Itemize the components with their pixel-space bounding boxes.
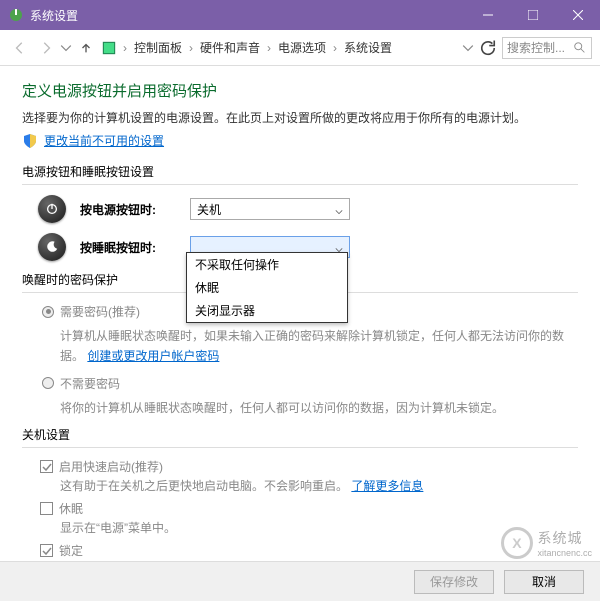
page-subtext: 选择要为你的计算机设置的电源设置。在此页上对设置所做的更改将应用于你所有的电源计… [22, 109, 578, 126]
breadcrumb-dropdown[interactable] [462, 36, 474, 60]
sleep-icon [38, 233, 66, 261]
power-button-value: 关机 [197, 201, 221, 218]
power-icon [38, 195, 66, 223]
breadcrumb-sep-icon: › [186, 41, 196, 55]
create-password-link[interactable]: 创建或更改用户帐户密码 [87, 349, 219, 363]
hibernate-label: 休眠 [59, 500, 83, 517]
fast-startup-label: 启用快速启动(推荐) [59, 458, 163, 475]
window-titlebar: 系统设置 [0, 0, 600, 30]
lock-label: 锁定 [59, 542, 83, 559]
control-panel-icon [100, 39, 118, 57]
search-placeholder: 搜索控制... [507, 39, 565, 56]
breadcrumb-item[interactable]: 电源选项 [276, 39, 328, 56]
breadcrumb-item[interactable]: 控制面板 [132, 39, 184, 56]
divider [22, 447, 578, 448]
sleep-button-label: 按睡眠按钮时: [80, 239, 176, 256]
nav-back-button[interactable] [8, 36, 32, 60]
toolbar: › 控制面板 › 硬件和声音 › 电源选项 › 系统设置 搜索控制... [0, 30, 600, 66]
breadcrumb-item[interactable]: 系统设置 [342, 39, 394, 56]
dropdown-option[interactable]: 关闭显示器 [187, 299, 347, 322]
radio-require-password-label: 需要密码(推荐) [60, 303, 140, 320]
power-button-label: 按电源按钮时: [80, 201, 176, 218]
breadcrumb-item[interactable]: 硬件和声音 [198, 39, 262, 56]
minimize-button[interactable] [465, 0, 510, 30]
nav-history-dropdown[interactable] [60, 36, 72, 60]
chevron-down-icon [335, 243, 343, 251]
admin-settings-link[interactable]: 更改当前不可用的设置 [44, 132, 164, 149]
nav-forward-button[interactable] [34, 36, 58, 60]
close-button[interactable] [555, 0, 600, 30]
power-button-combo[interactable]: 关机 [190, 198, 350, 220]
nav-up-button[interactable] [74, 36, 98, 60]
save-button[interactable]: 保存修改 [414, 570, 494, 594]
fast-startup-desc: 这有助于在关机之后更快地启动电脑。不会影响重启。 了解更多信息 [60, 477, 578, 494]
chevron-down-icon [335, 205, 343, 213]
search-input[interactable]: 搜索控制... [502, 37, 592, 59]
app-icon [8, 7, 24, 23]
divider [22, 184, 578, 185]
content-area: 定义电源按钮并启用密码保护 选择要为你的计算机设置的电源设置。在此页上对设置所做… [0, 66, 600, 561]
section-title-shutdown: 关机设置 [22, 426, 578, 443]
dropdown-option[interactable]: 休眠 [187, 276, 347, 299]
checkbox-hibernate[interactable] [40, 502, 53, 515]
checkbox-lock[interactable] [40, 544, 53, 557]
require-password-desc: 计算机从睡眠状态唤醒时，如果未输入正确的密码来解除计算机锁定，任何人都无法访问你… [60, 326, 578, 367]
sleep-button-dropdown: 不采取任何操作 休眠 关闭显示器 [186, 252, 348, 323]
dropdown-option[interactable]: 不采取任何操作 [187, 253, 347, 276]
cancel-button[interactable]: 取消 [504, 570, 584, 594]
shield-icon [22, 133, 38, 149]
breadcrumb-sep-icon: › [264, 41, 274, 55]
radio-no-password-label: 不需要密码 [60, 375, 120, 392]
breadcrumb-sep-icon: › [120, 41, 130, 55]
page-heading: 定义电源按钮并启用密码保护 [22, 80, 578, 101]
radio-require-password[interactable] [42, 306, 54, 318]
button-bar: 保存修改 取消 [0, 561, 600, 601]
power-button-row: 按电源按钮时: 关机 [38, 195, 578, 223]
learn-more-link[interactable]: 了解更多信息 [351, 479, 423, 493]
checkbox-fast-startup[interactable] [40, 460, 53, 473]
section-title-buttons: 电源按钮和睡眠按钮设置 [22, 163, 578, 180]
fast-startup-desc-text: 这有助于在关机之后更快地启动电脑。不会影响重启。 [60, 479, 348, 493]
window-title: 系统设置 [30, 7, 78, 24]
search-icon [573, 41, 587, 55]
hibernate-desc: 显示在“电源”菜单中。 [60, 519, 578, 536]
maximize-button[interactable] [510, 0, 555, 30]
refresh-button[interactable] [478, 38, 498, 58]
no-password-desc: 将你的计算机从睡眠状态唤醒时，任何人都可以访问你的数据，因为计算机未锁定。 [60, 398, 578, 418]
breadcrumb-sep-icon: › [330, 41, 340, 55]
radio-no-password[interactable] [42, 377, 54, 389]
